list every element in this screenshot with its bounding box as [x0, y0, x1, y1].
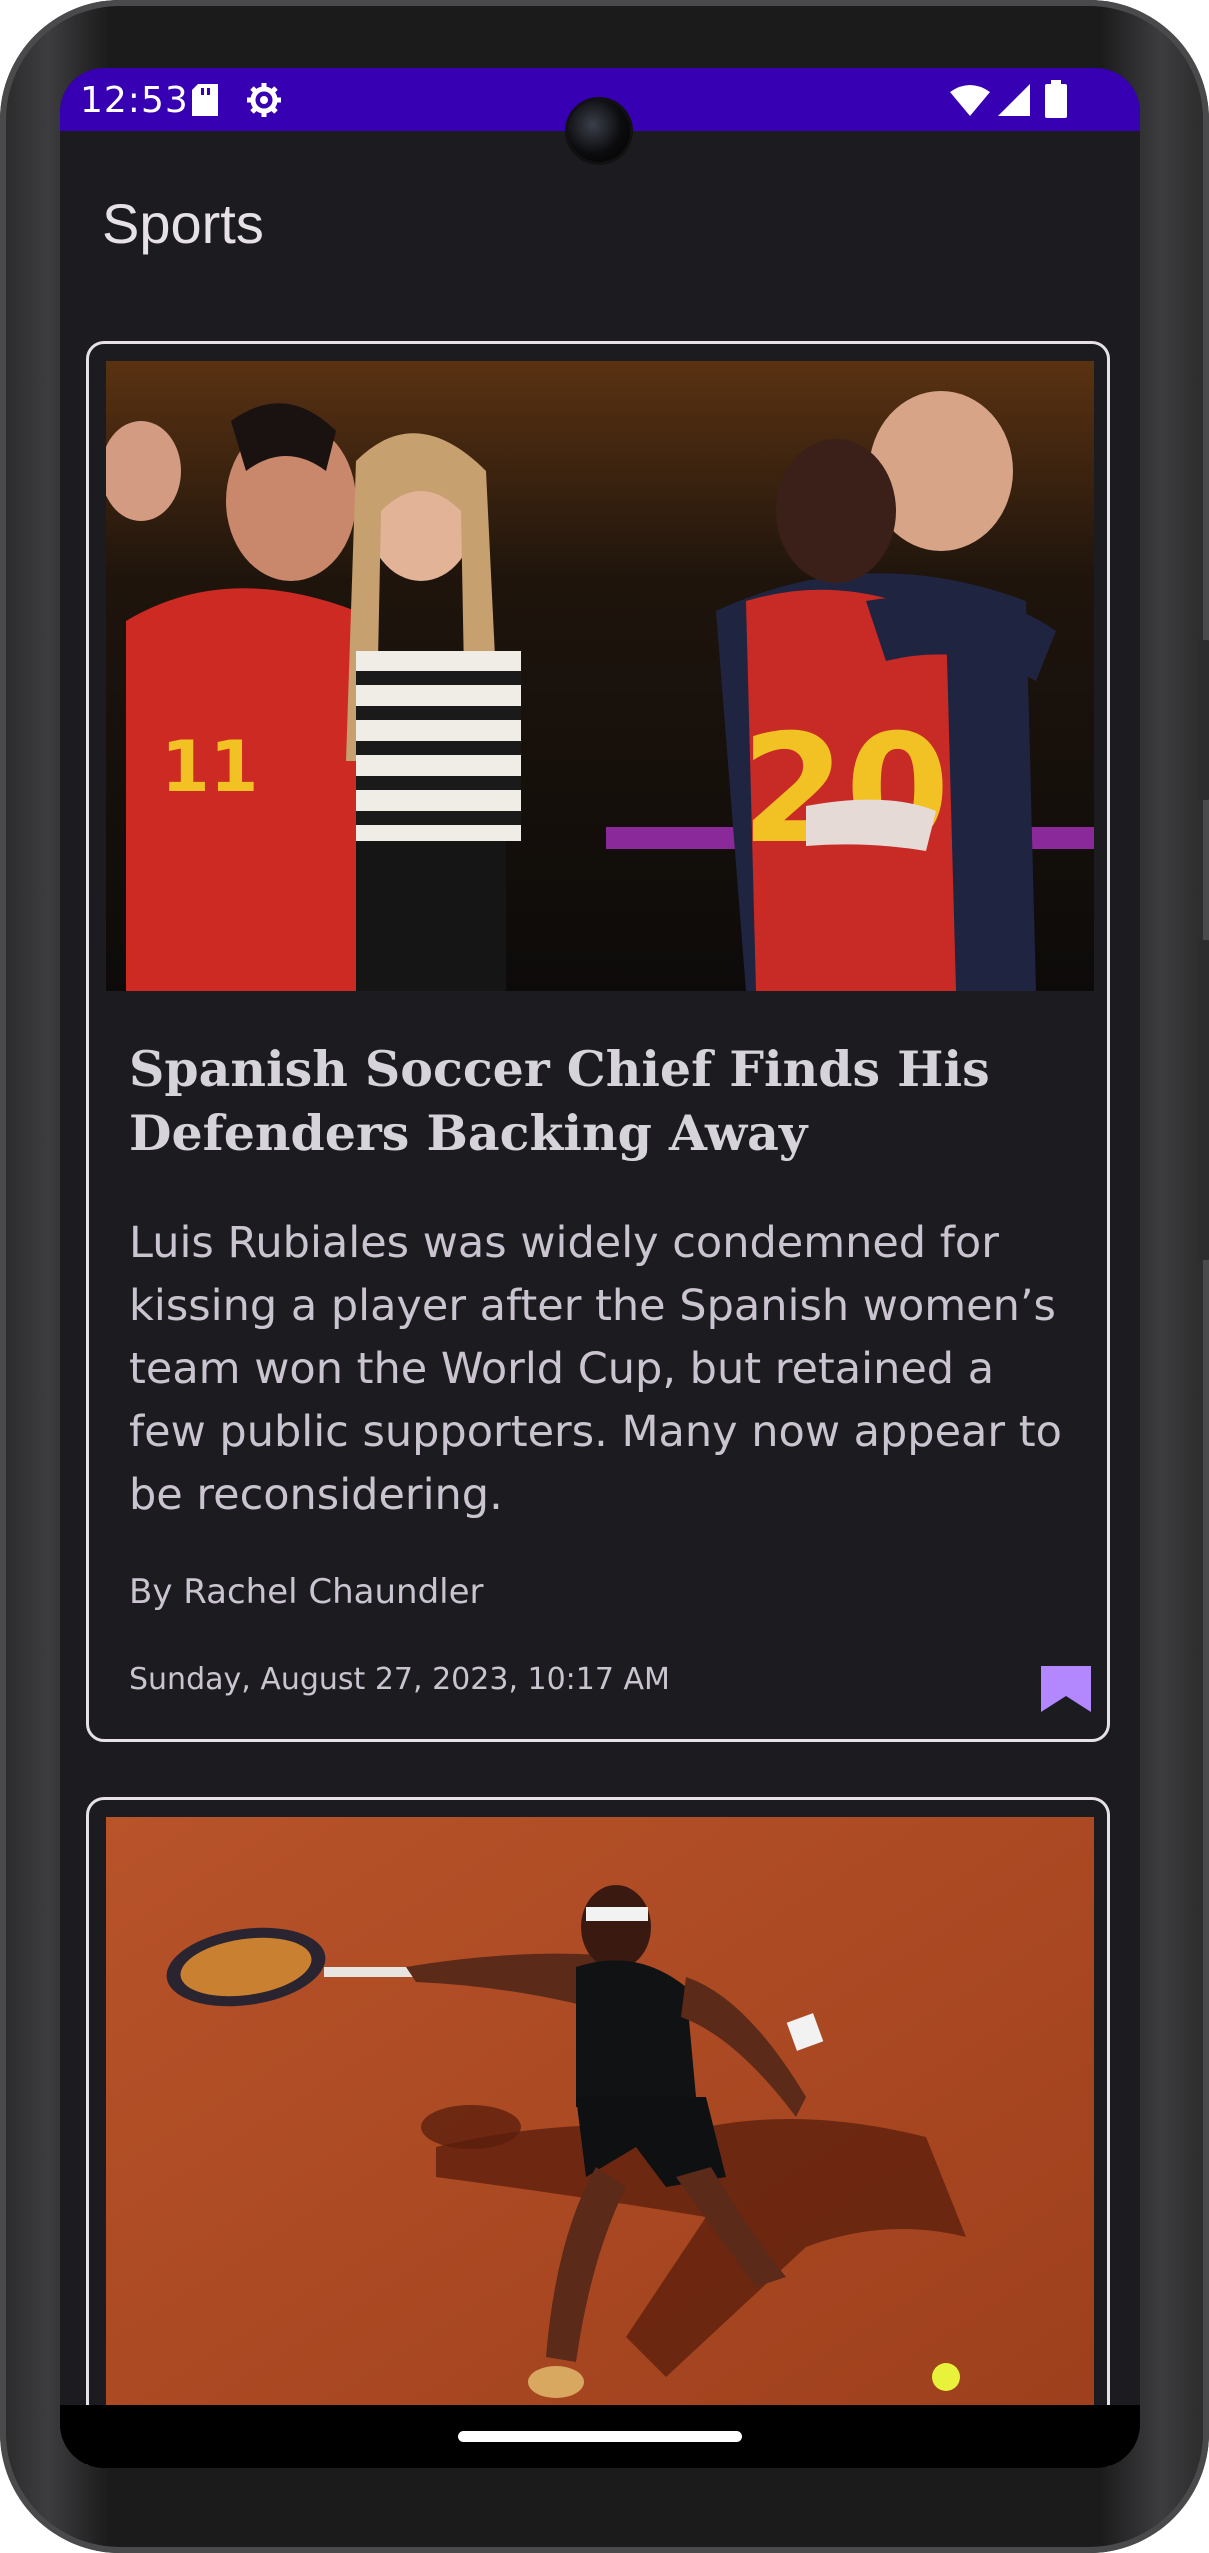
svg-text:20: 20: [741, 703, 950, 877]
sd-card-icon: [192, 84, 218, 121]
article-card[interactable]: 11 20 Spanish Soccer Chief Finds His Def…: [86, 341, 1110, 1742]
article-card[interactable]: [86, 1797, 1110, 2468]
wifi-icon: [950, 84, 990, 121]
front-camera: [568, 100, 630, 162]
settings-icon: [246, 82, 282, 123]
page-title: Sports: [102, 192, 264, 255]
phone-frame: 12:53 Sports 11 20 Spanish Soccer Chief …: [0, 0, 1209, 2553]
article-summary: Luis Rubiales was widely condemned for k…: [129, 1218, 1062, 1520]
screen: 12:53 Sports 11 20 Spanish Soccer Chief …: [60, 68, 1140, 2468]
signal-icon: [998, 84, 1030, 121]
volume-button: [1199, 940, 1209, 1260]
article-byline: By Rachel Chaundler: [129, 1572, 484, 1612]
status-time: 12:53: [80, 80, 189, 121]
article-date: Sunday, August 27, 2023, 10:17 AM: [129, 1662, 670, 1697]
bookmark-icon[interactable]: [1041, 1666, 1091, 1717]
power-button: [1199, 640, 1209, 800]
article-image: [106, 1817, 1094, 2447]
battery-icon: [1045, 80, 1067, 123]
navigation-bar: [60, 2405, 1140, 2468]
svg-text:11: 11: [161, 726, 258, 808]
article-headline[interactable]: Spanish Soccer Chief Finds His Defenders…: [129, 1037, 1079, 1165]
article-image: 11 20: [106, 361, 1094, 991]
home-handle[interactable]: [458, 2431, 742, 2442]
